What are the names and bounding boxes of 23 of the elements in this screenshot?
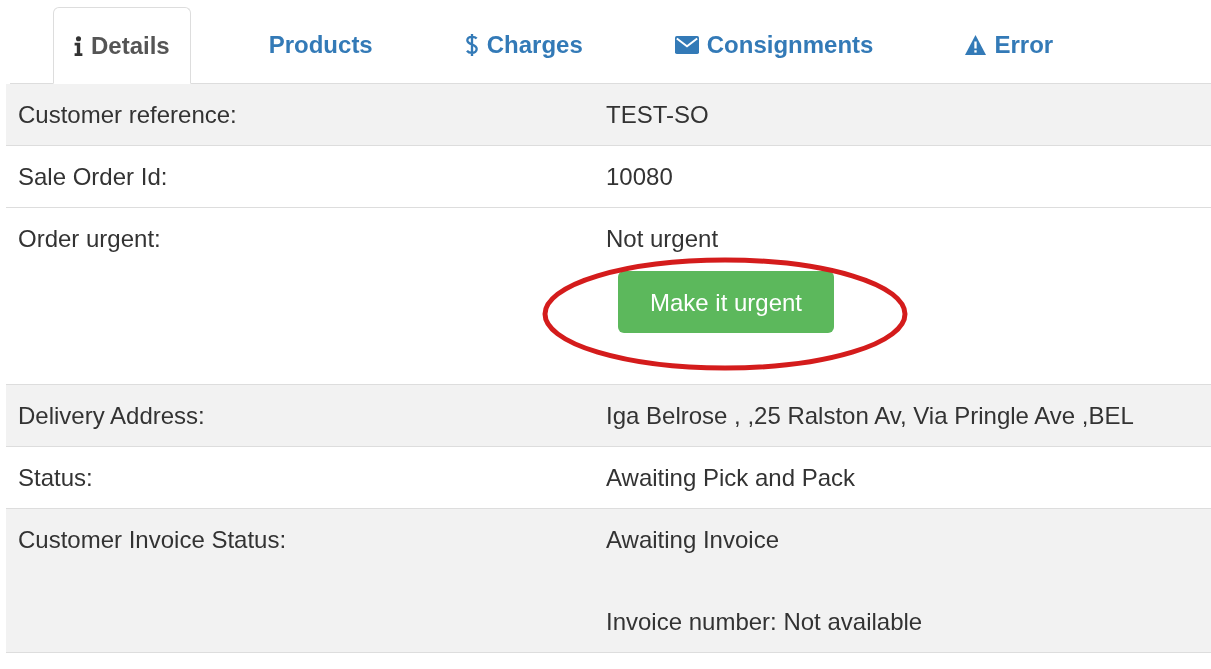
field-value: Iga Belrose , ,25 Ralston Av, Via Pringle Ave ,BEL [606, 401, 1134, 430]
field-label: Customer reference: [18, 101, 237, 128]
tab[interactable]: Consignments [654, 6, 894, 83]
make-urgent-button[interactable]: Make it urgent [618, 271, 834, 333]
field-value: Invoice number: Not available [606, 607, 923, 636]
tab[interactable]: Charges [444, 6, 603, 83]
field-value: Awaiting Pick and Pack [606, 463, 856, 492]
tab[interactable]: Products [248, 6, 393, 83]
field-label: Customer Invoice Status: [18, 526, 287, 553]
field-value: 10080 [606, 162, 673, 191]
field-value: TEST-SO [606, 100, 709, 129]
field-value: Not urgent [606, 224, 719, 253]
warning-icon [965, 34, 987, 55]
field-value: Awaiting Invoice [606, 525, 779, 554]
info-icon [74, 35, 83, 56]
field-label: Delivery Address: [18, 402, 205, 429]
envelope-icon [674, 35, 699, 54]
field-label: Order urgent: [18, 225, 161, 252]
tab[interactable]: Error [945, 6, 1074, 83]
field-label: Status: [18, 464, 93, 491]
dollar-icon [464, 32, 479, 57]
tab[interactable]: Details [53, 7, 191, 84]
field-label: Sale Order Id: [18, 163, 168, 190]
